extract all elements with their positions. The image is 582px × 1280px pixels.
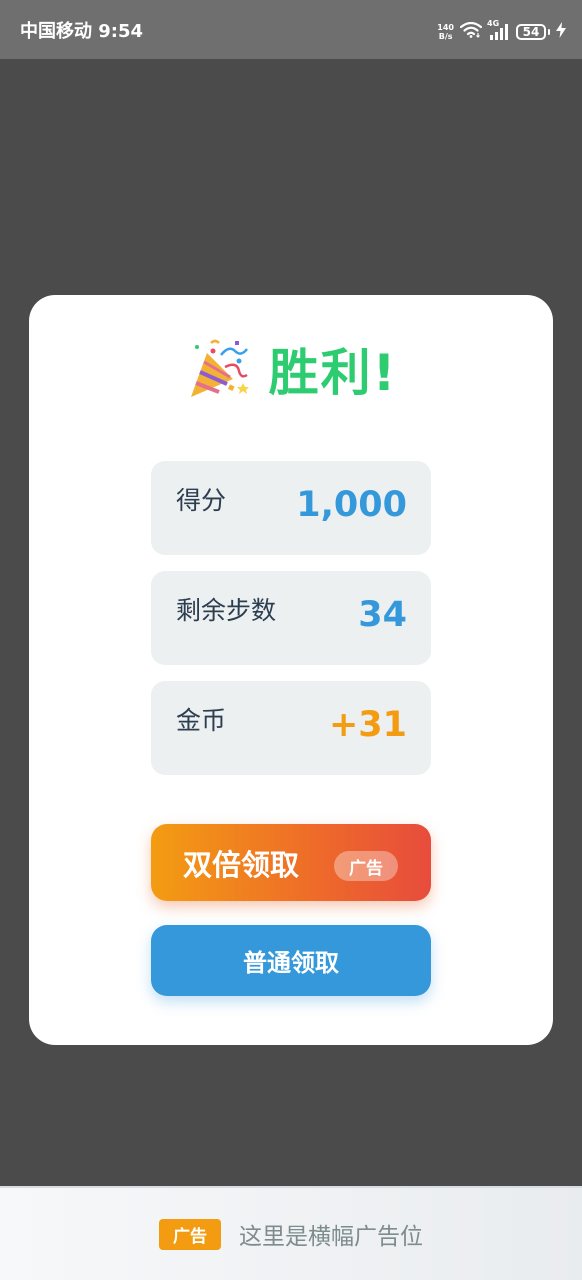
coins-value: +31 <box>328 705 407 745</box>
coins-row: 金币 +31 <box>151 681 431 775</box>
charging-icon <box>556 22 566 42</box>
double-claim-button[interactable]: 双倍领取 广告 <box>151 824 431 901</box>
banner-ad[interactable]: 广告 这里是横幅广告位 <box>0 1186 582 1280</box>
status-bar: 中国移动 9:54 140 B/s 4G 54 <box>0 0 582 59</box>
score-value: 1,000 <box>296 485 407 525</box>
battery-level: 54 <box>516 24 546 40</box>
dialog-header: 胜利! <box>29 333 553 405</box>
party-popper-icon <box>185 337 249 401</box>
ad-badge: 广告 <box>334 851 398 881</box>
dialog-title: 胜利! <box>268 344 398 402</box>
remaining-steps-value: 34 <box>358 595 407 635</box>
score-label: 得分 <box>176 486 227 515</box>
score-row: 得分 1,000 <box>151 461 431 555</box>
double-claim-label: 双倍领取 <box>183 848 300 882</box>
banner-ad-tag: 广告 <box>159 1218 221 1250</box>
normal-claim-button[interactable]: 普通领取 <box>151 925 431 996</box>
wifi-icon <box>459 21 483 42</box>
banner-ad-text: 这里是横幅广告位 <box>239 1224 423 1250</box>
status-icons: 140 B/s 4G 54 <box>437 0 566 64</box>
carrier-time: 中国移动 9:54 <box>20 21 144 42</box>
network-speed-unit: B/s <box>438 32 453 41</box>
battery-icon: 54 <box>516 24 550 40</box>
network-speed-value: 140 <box>437 23 454 32</box>
network-type: 4G <box>487 19 500 28</box>
network-speed: 140 B/s <box>437 23 454 41</box>
victory-dialog: 胜利! 得分 1,000 剩余步数 34 金币 +31 双倍领取 广告 普通领取 <box>29 295 553 1045</box>
remaining-steps-label: 剩余步数 <box>176 596 277 625</box>
remaining-steps-row: 剩余步数 34 <box>151 571 431 665</box>
signal-icon: 4G <box>487 19 510 41</box>
coins-label: 金币 <box>176 706 227 735</box>
